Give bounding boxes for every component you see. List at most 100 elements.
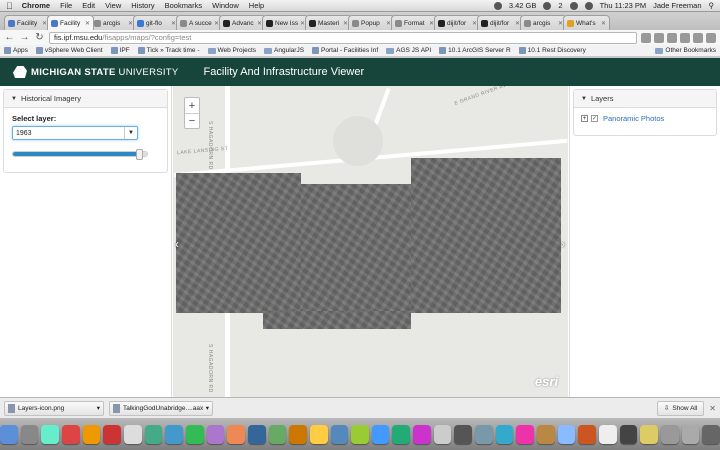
dock-app-icon[interactable]	[475, 424, 493, 444]
menu-history[interactable]: History	[131, 1, 154, 10]
other-bookmarks[interactable]: Other Bookmarks	[655, 47, 716, 54]
dock-app-icon[interactable]	[640, 424, 659, 444]
show-all-button[interactable]: ⇩ Show All	[656, 400, 705, 416]
map-view[interactable]: E GRAND RIVER AVE LAKE LANSING ST S HAGA…	[173, 86, 568, 397]
dock-app-icon[interactable]	[661, 424, 679, 444]
storage-readout[interactable]: 3.42 GB	[509, 1, 537, 10]
extension-icon[interactable]	[667, 32, 677, 43]
dock-app-icon[interactable]	[227, 424, 245, 444]
dock-app-icon[interactable]	[599, 424, 617, 444]
menu-help[interactable]: Help	[249, 1, 264, 10]
dock-app-icon[interactable]	[702, 424, 720, 444]
download-item[interactable]: TalkingGodUnabridge....aax ▾	[109, 400, 213, 416]
browser-tab[interactable]: Facility ✕	[47, 15, 94, 30]
extension-icon[interactable]	[680, 32, 690, 43]
bookmark-item[interactable]: vSphere Web Client	[35, 47, 103, 54]
layer-select[interactable]: 1963 ▼	[12, 126, 138, 140]
dock-app-icon[interactable]	[309, 424, 328, 444]
zoom-out-button[interactable]: −	[185, 113, 199, 128]
browser-tab[interactable]: A succe ✕	[176, 15, 223, 30]
bookmark-item[interactable]: Apps	[4, 47, 28, 54]
collapse-caret-icon[interactable]: ▼	[11, 96, 17, 102]
dock-app-icon[interactable]	[433, 424, 452, 444]
dock-app-icon[interactable]	[103, 424, 121, 444]
extension-icon[interactable]	[641, 32, 651, 43]
dock-app-icon[interactable]	[61, 424, 80, 444]
browser-tab[interactable]: dijit/for ✕	[477, 15, 524, 30]
dock-app-icon[interactable]	[289, 424, 307, 444]
dock-app-icon[interactable]	[82, 424, 101, 444]
forward-icon[interactable]: →	[19, 32, 30, 43]
extension-icon[interactable]	[654, 32, 664, 43]
bookmark-item[interactable]: Web Projects	[207, 47, 256, 54]
back-icon[interactable]: ←	[4, 32, 15, 43]
menu-file[interactable]: File	[60, 1, 72, 10]
user-name[interactable]: Jade Freeman	[653, 1, 701, 10]
dock-app-icon[interactable]	[557, 424, 576, 444]
dock-app-icon[interactable]	[20, 424, 39, 444]
dock-app-icon[interactable]	[185, 424, 204, 444]
dock-app-icon[interactable]	[681, 424, 700, 444]
clock[interactable]: Thu 11:23 PM	[600, 1, 647, 10]
menu-window[interactable]: Window	[212, 1, 239, 10]
esri-logo[interactable]: esri	[535, 374, 558, 389]
layers-header[interactable]: ▼ Layers	[574, 90, 716, 108]
dock-app-icon[interactable]	[0, 424, 18, 444]
sync-icon[interactable]	[543, 1, 552, 10]
cloud-icon[interactable]	[493, 1, 502, 10]
dock-app-icon[interactable]	[268, 424, 287, 444]
browser-tab[interactable]: Format ✕	[391, 15, 438, 30]
spotlight-icon[interactable]: ⚲	[709, 1, 715, 10]
bookmark-item[interactable]: Tick » Track time -	[137, 47, 200, 54]
bookmark-item[interactable]: AGS JS API	[386, 47, 431, 54]
download-item[interactable]: Layers-icon.png ▾	[4, 400, 104, 416]
menu-view[interactable]: View	[105, 1, 121, 10]
extension-icon[interactable]	[693, 32, 703, 43]
dock-app-icon[interactable]	[41, 424, 59, 444]
zoom-in-button[interactable]: +	[185, 98, 199, 113]
dock-app-icon[interactable]	[123, 424, 142, 444]
close-tab-icon[interactable]: ✕	[85, 20, 90, 27]
historical-imagery-header[interactable]: ▼ Historical Imagery	[4, 90, 167, 108]
pan-left-icon[interactable]: ‹	[175, 237, 179, 251]
dock-app-icon[interactable]	[165, 424, 183, 444]
menubar-app-name[interactable]: Chrome	[22, 1, 50, 10]
browser-tab[interactable]: Advanc ✕	[219, 15, 266, 30]
battery-icon[interactable]	[584, 1, 593, 10]
spartan-helmet-icon[interactable]	[13, 66, 27, 78]
browser-tab[interactable]: arcgis ✕	[90, 15, 137, 30]
dock-app-icon[interactable]	[495, 424, 514, 444]
browser-tab[interactable]: New Iss ✕	[262, 15, 309, 30]
pan-right-icon[interactable]: ›	[561, 237, 565, 251]
dock-app-icon[interactable]	[413, 424, 431, 444]
browser-tab[interactable]: Popup ✕	[348, 15, 395, 30]
dock-app-icon[interactable]	[392, 424, 411, 444]
dock-app-icon[interactable]	[371, 424, 390, 444]
bookmark-item[interactable]: IPF	[110, 47, 130, 54]
dock-app-icon[interactable]	[619, 424, 638, 444]
collapse-caret-icon[interactable]: ▼	[581, 96, 587, 102]
browser-tab[interactable]: Facility ✕	[4, 15, 51, 30]
opacity-slider[interactable]	[12, 149, 148, 160]
dock-app-icon[interactable]	[516, 424, 535, 444]
msu-logo-text[interactable]: MICHIGAN STATE UNIVERSITY	[31, 67, 179, 78]
dock-app-icon[interactable]	[247, 424, 266, 444]
menu-bookmarks[interactable]: Bookmarks	[165, 1, 203, 10]
chevron-down-icon[interactable]: ▾	[206, 404, 209, 412]
apple-icon[interactable]: 	[6, 1, 13, 11]
close-icon[interactable]: ✕	[709, 404, 716, 413]
layer-name-link[interactable]: Panoramic Photos	[603, 114, 664, 123]
bookmark-item[interactable]: Portal - Facilities Inf	[312, 47, 378, 54]
menu-edit[interactable]: Edit	[82, 1, 95, 10]
dock-app-icon[interactable]	[578, 424, 597, 444]
bookmark-item[interactable]: 10.1 Rest Discovery	[518, 47, 586, 54]
wifi-icon[interactable]	[569, 1, 578, 10]
layer-checkbox[interactable]: ✓	[591, 115, 598, 122]
close-tab-icon[interactable]: ✕	[601, 20, 606, 27]
dock-app-icon[interactable]	[206, 424, 225, 444]
browser-tab[interactable]: git-flo ✕	[133, 15, 180, 30]
dropdown-arrow-icon[interactable]: ▼	[124, 127, 137, 139]
browser-tab[interactable]: What's ✕	[563, 15, 610, 30]
chevron-down-icon[interactable]: ▾	[97, 404, 100, 412]
dock-app-icon[interactable]	[330, 424, 349, 444]
